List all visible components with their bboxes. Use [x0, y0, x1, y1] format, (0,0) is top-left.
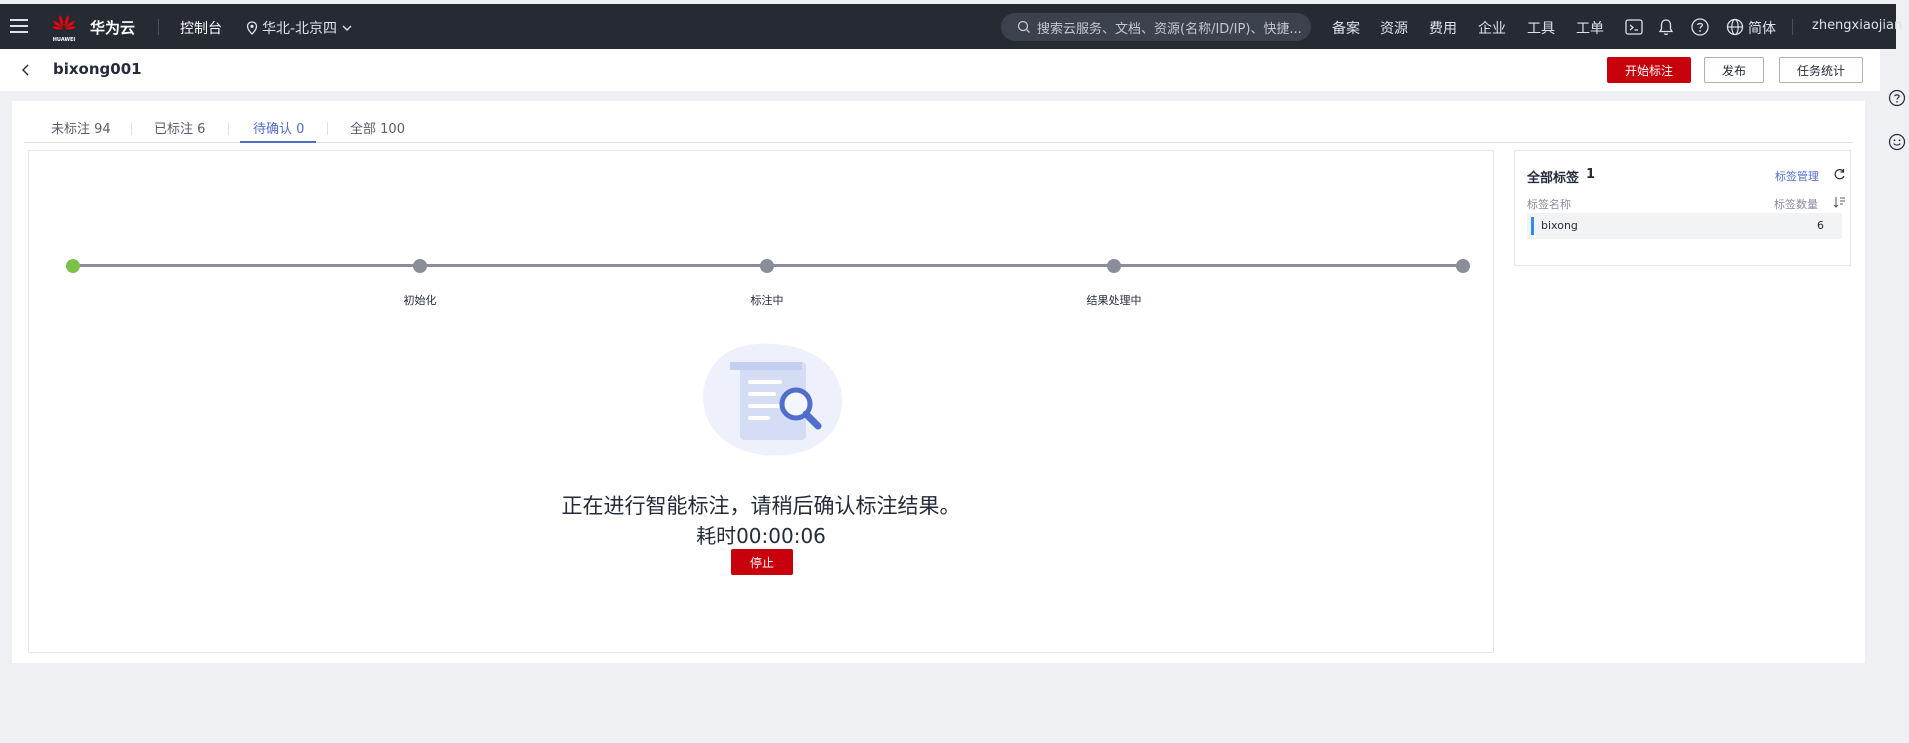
feedback-smiley-icon[interactable]: [1888, 133, 1906, 151]
tab-labeled[interactable]: 已标注 6: [154, 118, 205, 137]
brand-name[interactable]: 华为云: [90, 17, 135, 38]
start-labeling-button[interactable]: 开始标注: [1607, 57, 1691, 83]
top-navigation-bar: HUAWEI 华为云 控制台 华北-北京四 搜索云服务、文档、资源(名称/ID/…: [0, 4, 1902, 49]
step-label-labeling: 标注中: [750, 294, 784, 307]
location-pin-icon: [246, 21, 258, 35]
nav-billing[interactable]: 费用: [1429, 18, 1457, 38]
help-circle-icon[interactable]: [1888, 89, 1906, 107]
divider: [1792, 19, 1793, 35]
tab-bar: 未标注 94 已标注 6 待确认 0 全部 100: [24, 113, 1853, 143]
labels-count: 1: [1586, 167, 1596, 182]
stop-button[interactable]: 停止: [731, 549, 793, 575]
label-count: 6: [1817, 219, 1824, 232]
tab-pending-confirm[interactable]: 待确认 0: [253, 118, 304, 137]
step-dot-start: [66, 259, 80, 273]
task-stats-button[interactable]: 任务统计: [1779, 57, 1863, 83]
region-selector[interactable]: 华北-北京四: [246, 18, 353, 38]
labeling-status-message: 正在进行智能标注，请稍后确认标注结果。: [561, 494, 961, 518]
search-placeholder: 搜索云服务、文档、资源(名称/ID/IP)、快捷...: [1037, 21, 1302, 37]
labels-panel: 全部标签 1 标签管理 标签名称 标签数量 bixong 6: [1514, 150, 1851, 266]
tab-unlabeled[interactable]: 未标注 94: [51, 118, 111, 137]
tab-divider: [131, 122, 132, 135]
nav-tools[interactable]: 工具: [1527, 18, 1555, 38]
tab-divider: [228, 122, 229, 135]
bell-icon[interactable]: [1656, 17, 1676, 37]
tab-divider: [327, 122, 328, 135]
document-search-illustration: [703, 343, 842, 456]
label-color-swatch: [1531, 217, 1534, 235]
console-link[interactable]: 控制台: [180, 18, 222, 38]
sort-icon[interactable]: [1833, 196, 1846, 208]
labels-panel-title: 全部标签: [1527, 171, 1580, 186]
help-icon[interactable]: [1690, 17, 1710, 37]
region-label: 华北-北京四: [262, 21, 338, 37]
nav-tickets[interactable]: 工单: [1576, 18, 1604, 38]
column-header-label-name: 标签名称: [1527, 198, 1571, 211]
step-label-init: 初始化: [403, 294, 437, 307]
task-header: bixong001 开始标注 发布 任务统计: [0, 49, 1880, 91]
label-management-link[interactable]: 标签管理: [1775, 168, 1819, 184]
divider: [158, 19, 159, 35]
hamburger-menu-icon[interactable]: [10, 18, 28, 34]
nav-resources[interactable]: 资源: [1380, 18, 1408, 38]
task-title: bixong001: [53, 60, 142, 78]
user-account[interactable]: zhengxiaojian: [1812, 18, 1902, 33]
cloud-shell-icon[interactable]: [1624, 17, 1644, 37]
label-row[interactable]: bixong 6: [1527, 213, 1842, 239]
main-content: 未标注 94 已标注 6 待确认 0 全部 100 初始化 标注中 结果处理中: [12, 101, 1865, 663]
label-name: bixong: [1541, 219, 1578, 232]
auto-labeling-panel: 初始化 标注中 结果处理中 正在进行智能标注，请稍后确认标注结果。 耗时00:0…: [28, 150, 1494, 653]
step-dot-end: [1456, 259, 1470, 273]
nav-beian[interactable]: 备案: [1332, 18, 1360, 38]
column-header-label-count: 标签数量: [1774, 198, 1818, 211]
step-dot-init: [413, 259, 427, 273]
back-arrow-icon[interactable]: [18, 62, 34, 78]
step-dot-processing: [1107, 259, 1121, 273]
tab-all[interactable]: 全部 100: [350, 118, 405, 137]
huawei-logo[interactable]: HUAWEI: [51, 13, 77, 43]
globe-icon[interactable]: [1725, 17, 1745, 37]
step-label-processing: 结果处理中: [1086, 294, 1142, 307]
nav-enterprise[interactable]: 企业: [1478, 18, 1506, 38]
svg-text:HUAWEI: HUAWEI: [53, 37, 76, 43]
language-selector[interactable]: 简体: [1748, 18, 1776, 38]
publish-button[interactable]: 发布: [1704, 57, 1764, 83]
active-tab-indicator: [240, 141, 316, 143]
step-dot-labeling: [760, 259, 774, 273]
search-icon: [1017, 20, 1030, 33]
elapsed-time: 耗时00:00:06: [696, 524, 826, 548]
refresh-icon[interactable]: [1833, 168, 1846, 181]
global-search-input[interactable]: 搜索云服务、文档、资源(名称/ID/IP)、快捷...: [1001, 13, 1311, 41]
chevron-down-icon: [342, 25, 352, 31]
